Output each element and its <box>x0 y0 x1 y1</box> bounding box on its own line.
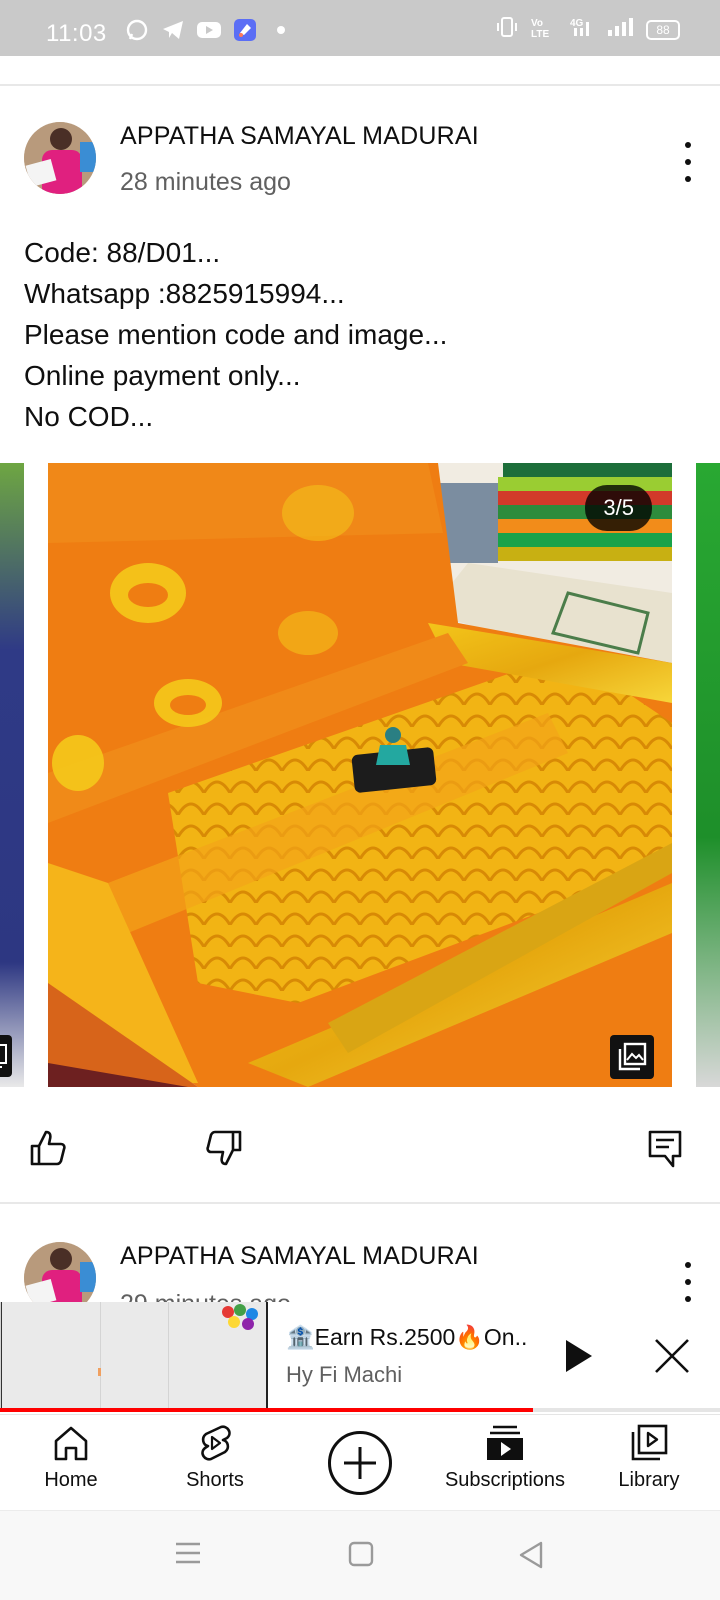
close-button[interactable] <box>650 1334 694 1378</box>
home-icon <box>54 1426 88 1461</box>
nav-library[interactable]: Library <box>574 1423 720 1492</box>
volte-icon: Vo LTE <box>530 16 556 43</box>
mini-player-progress-track <box>0 1408 720 1412</box>
post-text-line: No COD... <box>24 401 154 432</box>
library-icon <box>631 1424 668 1461</box>
channel-name[interactable]: APPATHA SAMAYAL MADURAI <box>120 1242 479 1271</box>
mini-player-channel[interactable]: Hy Fi Machi <box>286 1362 402 1388</box>
nav-shorts-label: Shorts <box>186 1469 244 1491</box>
nav-create[interactable] <box>328 1431 392 1495</box>
dot-icon <box>268 18 294 42</box>
status-bar: 11:03 Vo LTE 4G 88 <box>0 0 720 56</box>
telegram-icon <box>160 18 186 42</box>
recent-apps-button[interactable] <box>174 1541 202 1565</box>
image-carousel[interactable]: 3/5 <box>0 463 720 1087</box>
comment-icon <box>648 1130 682 1168</box>
home-system-button[interactable] <box>348 1541 374 1567</box>
nav-library-label: Library <box>618 1469 680 1491</box>
play-button[interactable] <box>556 1334 600 1378</box>
vibrate-icon <box>496 16 518 43</box>
mini-player-progress-bar <box>0 1408 533 1412</box>
nav-shorts[interactable]: Shorts <box>140 1423 290 1492</box>
dislike-button[interactable] <box>202 1126 246 1170</box>
saree-photo <box>48 463 672 1087</box>
close-icon <box>655 1339 689 1373</box>
battery-icon: 88 <box>646 19 680 40</box>
shorts-icon <box>201 1425 231 1461</box>
nav-subscriptions[interactable]: Subscriptions <box>430 1423 580 1492</box>
nav-home[interactable]: Home <box>0 1423 146 1492</box>
post-text-line: Code: 88/D01... <box>24 237 221 268</box>
more-options-icon[interactable] <box>680 1262 696 1302</box>
back-button[interactable] <box>518 1541 544 1569</box>
image-counter: 3/5 <box>585 485 652 531</box>
post-text-line: Please mention code and image... <box>24 319 448 350</box>
top-divider <box>0 84 720 86</box>
previous-image[interactable] <box>0 463 24 1087</box>
system-status-icons: Vo LTE 4G 88 <box>496 16 680 43</box>
square-icon <box>348 1541 374 1567</box>
multi-image-icon <box>0 1035 12 1077</box>
bottom-navigation: Home Shorts Subscriptions Library <box>0 1414 720 1510</box>
menu-icon <box>176 1542 200 1564</box>
mini-player[interactable]: 🏦Earn Rs.2500🔥On.. Hy Fi Machi <box>0 1302 720 1412</box>
svg-text:Vo: Vo <box>531 18 543 29</box>
thumbs-up-icon <box>30 1130 66 1166</box>
nav-home-label: Home <box>44 1469 98 1491</box>
post-text-line: Online payment only... <box>24 360 301 391</box>
back-triangle-icon <box>519 1541 543 1569</box>
multi-image-icon <box>610 1035 654 1079</box>
4g-icon: 4G <box>568 16 594 43</box>
svg-text:4G: 4G <box>570 18 584 29</box>
more-options-icon[interactable] <box>680 142 696 182</box>
subscriptions-icon <box>487 1425 523 1460</box>
svg-text:LTE: LTE <box>531 29 549 38</box>
play-icon <box>566 1340 592 1372</box>
like-button[interactable] <box>26 1126 70 1170</box>
next-image[interactable] <box>696 463 720 1087</box>
comments-button[interactable] <box>643 1126 687 1170</box>
whatsapp-icon <box>124 18 150 42</box>
mini-player-thumbnail[interactable] <box>0 1302 268 1410</box>
notification-icons <box>124 18 294 42</box>
status-time: 11:03 <box>46 20 107 47</box>
create-icon <box>344 1447 376 1479</box>
thumbs-down-icon <box>206 1130 242 1166</box>
app-icon <box>232 18 258 42</box>
thumbnail-logo-icon <box>222 1304 258 1330</box>
saree-image[interactable]: 3/5 <box>48 463 672 1087</box>
post-divider <box>0 1202 720 1204</box>
mini-player-title[interactable]: 🏦Earn Rs.2500🔥On.. <box>286 1324 527 1351</box>
post-text: Code: 88/D01... Whatsapp :8825915994... … <box>24 232 447 437</box>
channel-name[interactable]: APPATHA SAMAYAL MADURAI <box>120 122 479 151</box>
system-navigation-bar <box>0 1510 720 1600</box>
channel-avatar[interactable] <box>24 122 96 194</box>
youtube-icon <box>196 18 222 42</box>
post-text-line: Whatsapp :8825915994... <box>24 278 345 309</box>
post-time: 28 minutes ago <box>120 168 291 196</box>
nav-subscriptions-label: Subscriptions <box>444 1469 566 1491</box>
signal-icon <box>606 16 634 43</box>
